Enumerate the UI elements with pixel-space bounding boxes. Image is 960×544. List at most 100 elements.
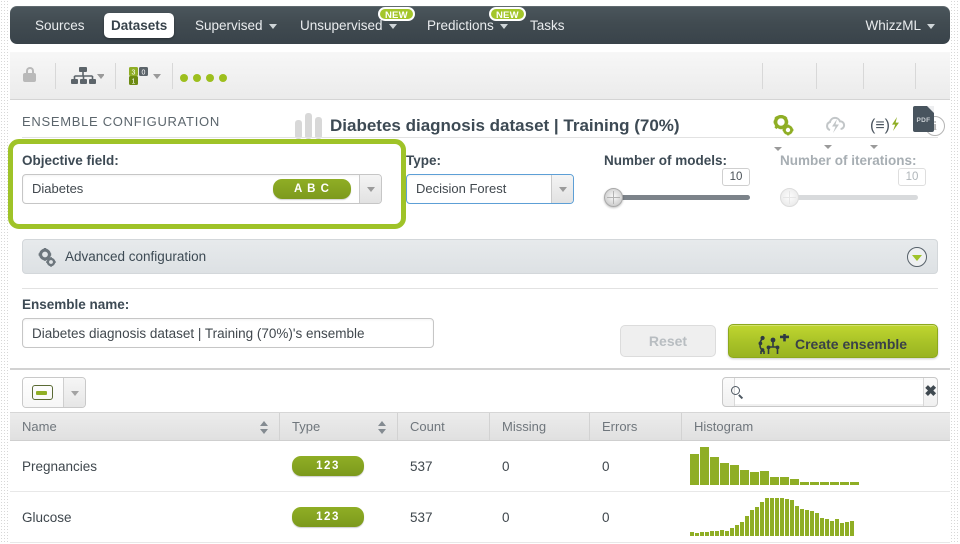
dataset-header-bar: 3 0 1 Diabetes diagnosis dataset | Train…	[10, 52, 950, 151]
table-row[interactable]: Pregnancies 123 537 0 0	[10, 441, 950, 492]
histogram-bar	[810, 511, 814, 536]
search-input[interactable]	[735, 380, 924, 404]
chevron-down-icon	[927, 23, 935, 29]
histogram-bar	[760, 502, 764, 536]
sort-icon[interactable]	[260, 421, 269, 434]
histogram-bar	[730, 465, 739, 485]
sort-icon[interactable]	[378, 421, 387, 434]
cell-type: 123	[280, 492, 398, 542]
cell-missing: 0	[502, 459, 510, 474]
divider	[22, 288, 938, 289]
histogram-bar	[850, 482, 859, 485]
dataset-split-icon[interactable]	[70, 66, 105, 90]
column-header-name[interactable]: Name	[10, 413, 280, 440]
nav-item-label: Predictions	[427, 18, 494, 33]
field-view-icon[interactable]	[23, 378, 63, 407]
field-type-badge: A B C	[273, 179, 351, 199]
column-header-missing: Missing	[490, 413, 590, 440]
histogram-bar	[720, 530, 724, 536]
create-ensemble-button[interactable]: Create ensemble	[728, 324, 938, 358]
column-header-label: Name	[22, 419, 57, 434]
search-icon[interactable]	[723, 378, 740, 406]
number-of-models-value[interactable]: 10	[722, 168, 750, 186]
cell-histogram	[682, 441, 950, 492]
chevron-down-icon	[499, 23, 508, 29]
nav-item-tasks[interactable]: Tasks	[523, 14, 572, 37]
histogram-bar	[785, 499, 789, 536]
histogram-bar	[745, 516, 749, 536]
number-of-models-label: Number of models:	[604, 153, 728, 168]
column-header-count: Count	[398, 413, 490, 440]
nav-item-label: Datasets	[111, 18, 168, 33]
nav-item-label: Tasks	[530, 18, 565, 33]
chevron-up-icon	[774, 146, 782, 151]
chevron-down-icon[interactable]	[359, 175, 381, 203]
objective-field-select[interactable]: Diabetes A B C	[22, 174, 382, 204]
cell-errors: 0	[602, 510, 610, 525]
clear-icon[interactable]: ✖	[923, 378, 937, 406]
cell-name: Glucose	[22, 510, 72, 525]
nav-item-label: Supervised	[195, 18, 263, 33]
number-of-models-slider[interactable]	[604, 188, 750, 207]
histogram-bar	[810, 482, 819, 485]
table-row[interactable]: Glucose 123 537 0 0	[10, 492, 950, 543]
nav-item-whizzml[interactable]: WhizzML	[858, 14, 942, 37]
pdf-download-icon[interactable]: PDF	[913, 106, 934, 132]
slider-knob[interactable]	[604, 188, 623, 207]
field-type-badge: 123	[292, 507, 364, 527]
app-root: Sources Datasets Supervised Unsupervised NEW…	[0, 0, 960, 544]
histogram-bar	[770, 477, 779, 485]
field-view-toggle[interactable]	[22, 377, 86, 408]
chevron-down-icon[interactable]	[907, 247, 927, 267]
column-header-type[interactable]: Type	[280, 413, 398, 440]
nav-item-supervised[interactable]: Supervised	[188, 14, 284, 37]
histogram-bar	[840, 523, 844, 536]
nav-item-datasets[interactable]: Datasets	[104, 13, 175, 38]
chevron-down-icon[interactable]	[551, 175, 573, 203]
column-header-label: Missing	[502, 419, 547, 434]
histogram-bar	[750, 510, 754, 536]
sampling-icon[interactable]: 3 0 1	[128, 66, 162, 90]
svg-text:(≡): (≡)	[870, 117, 890, 134]
histogram-bar	[690, 454, 699, 485]
advanced-configuration-row[interactable]: Advanced configuration	[22, 239, 938, 274]
column-header-label: Histogram	[694, 419, 754, 434]
histogram-bar	[805, 510, 809, 536]
histogram-bar	[710, 531, 714, 536]
page-edge-right	[950, 0, 960, 544]
histogram-bar	[725, 531, 729, 536]
column-header-label: Errors	[602, 419, 638, 434]
histogram-bar	[825, 519, 829, 536]
chevron-down-icon[interactable]	[63, 378, 85, 407]
lock-icon[interactable]	[23, 67, 36, 91]
histogram-bar	[835, 519, 839, 536]
status-dot	[206, 74, 214, 82]
page-edge-left	[0, 0, 10, 544]
histogram-bar	[755, 507, 759, 536]
section-divider	[10, 368, 950, 370]
top-navigation: Sources Datasets Supervised Unsupervised NEW…	[10, 6, 950, 44]
objective-field-value: Diabetes	[32, 181, 84, 196]
histogram-bar	[765, 498, 769, 536]
chevron-down-icon	[268, 23, 277, 29]
svg-text:1: 1	[132, 78, 136, 85]
ensemble-name-input[interactable]	[22, 318, 434, 348]
type-select[interactable]: Decision Forest	[406, 174, 574, 204]
histogram-bar	[820, 482, 829, 485]
nav-item-whizzml-label: WhizzML	[865, 18, 921, 33]
status-dot	[180, 74, 188, 82]
svg-text:3: 3	[132, 69, 136, 76]
slider-knob	[780, 188, 799, 207]
cell-type: 123	[280, 441, 398, 491]
number-of-iterations-label: Number of iterations:	[780, 153, 917, 168]
ensemble-plus-icon	[757, 332, 791, 356]
nav-bar: Sources Datasets Supervised Unsupervised NEW…	[10, 6, 950, 44]
cell-count: 537	[410, 459, 433, 474]
reset-button[interactable]: Reset	[620, 325, 716, 357]
nav-item-label: Sources	[35, 18, 85, 33]
table-body: Pregnancies 123 537 0 0 Glucose 123 537 0 0	[10, 441, 950, 543]
search-box[interactable]: ✖	[722, 377, 938, 407]
nav-item-sources[interactable]: Sources	[28, 14, 92, 37]
status-dot	[219, 74, 227, 82]
chevron-down-icon	[388, 23, 397, 29]
